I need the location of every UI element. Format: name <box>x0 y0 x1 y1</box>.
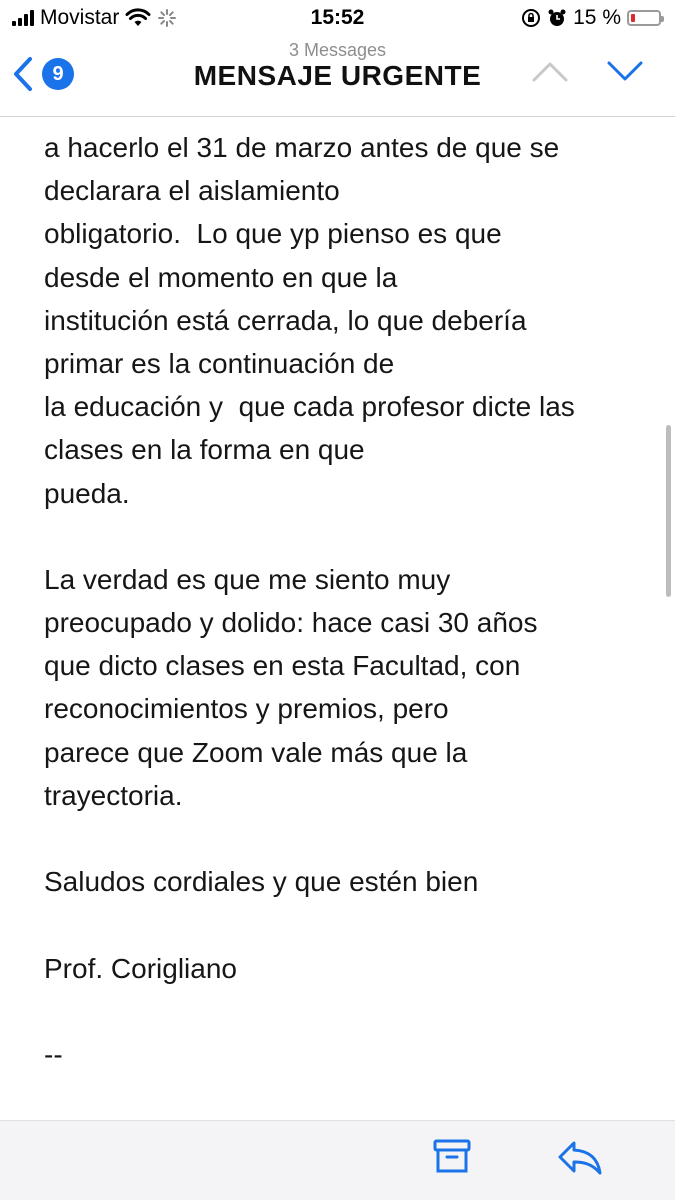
rotation-lock-icon <box>522 9 541 27</box>
email-body-line: que dicto clases en esta Facultad, con <box>44 650 521 682</box>
bottom-toolbar <box>0 1120 675 1200</box>
message-count: 3 Messages <box>288 40 387 60</box>
archive-button[interactable] <box>432 1137 472 1177</box>
battery-percent: 15 % <box>573 6 621 29</box>
battery-icon <box>627 10 664 26</box>
battery-level-fill <box>631 14 635 22</box>
reply-button[interactable] <box>556 1137 604 1177</box>
scrollbar[interactable] <box>666 425 671 597</box>
email-body: a hacerlo el 31 de marzo antes de que se… <box>44 126 654 1076</box>
email-body-line: a hacerlo el 31 de marzo antes de que se <box>44 132 560 163</box>
status-right: 15 % <box>521 6 664 30</box>
email-body-line: clases en la forma en que <box>44 434 365 466</box>
email-body-line: parece que Zoom vale más que la <box>44 736 468 768</box>
next-message-button[interactable] <box>605 58 645 84</box>
email-body-line: desde el momento en que la <box>44 261 398 293</box>
email-body-line: Prof. Corigliano <box>44 952 237 984</box>
email-body-line <box>44 515 654 558</box>
email-body-line <box>44 817 654 860</box>
mail-nav-header: 3 Messages 9 MENSAJE URGENTE <box>0 36 675 117</box>
status-bar: Movistar 15:52 15 % <box>0 0 675 36</box>
email-body-line <box>44 903 654 946</box>
email-body-line: institución está cerrada, lo que debería <box>44 304 527 336</box>
mail-screen: Movistar 15:52 15 % 3 Messages 9 MENSAJE… <box>0 0 675 1200</box>
alarm-icon <box>548 9 566 26</box>
email-body-line: la educación y que cada profesor dicte l… <box>44 391 575 423</box>
email-body-line: reconocimientos y premios, pero <box>44 693 449 725</box>
email-body-line: pueda. <box>44 477 130 509</box>
email-body-line: primar es la continuación de <box>44 347 395 379</box>
email-subject: MENSAJE URGENTE <box>193 60 482 91</box>
email-body-line: -- <box>44 1038 63 1070</box>
email-body-line <box>44 990 654 1033</box>
email-body-line: Saludos cordiales y que estén bien <box>44 866 479 898</box>
email-body-line: La verdad es que me siento muy <box>44 563 451 595</box>
previous-message-button[interactable] <box>530 58 570 84</box>
email-body-line: trayectoria. <box>44 779 183 811</box>
email-body-line: obligatorio. Lo que yp pienso es que <box>44 218 502 250</box>
email-body-line: declarara el aislamiento <box>44 175 340 207</box>
email-body-line: preocupado y dolido: hace casi 30 años <box>44 607 538 639</box>
